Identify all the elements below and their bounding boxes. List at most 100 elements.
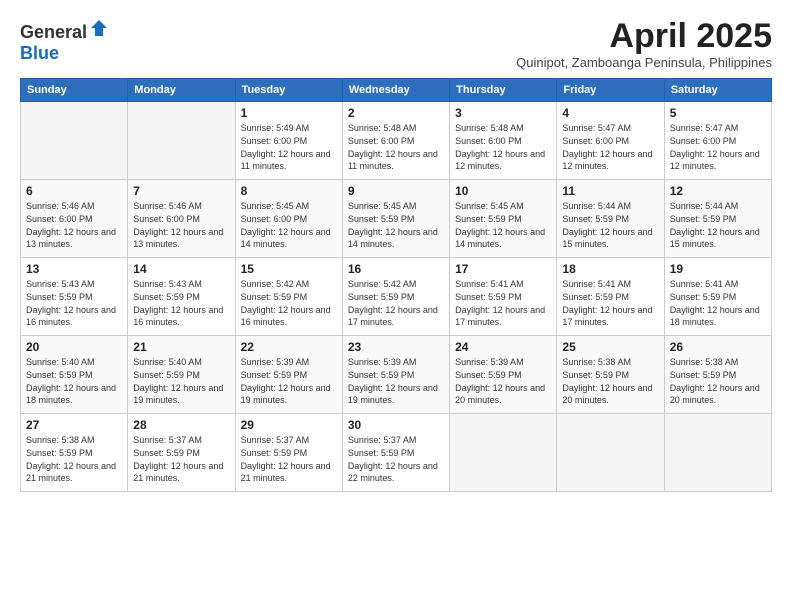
day-info: Sunrise: 5:49 AMSunset: 6:00 PMDaylight:… bbox=[241, 122, 337, 172]
weekday-header-row: SundayMondayTuesdayWednesdayThursdayFrid… bbox=[21, 79, 772, 102]
day-number: 4 bbox=[562, 106, 658, 120]
calendar-cell: 6 Sunrise: 5:46 AMSunset: 6:00 PMDaylight… bbox=[21, 180, 128, 258]
day-info: Sunrise: 5:39 AMSunset: 5:59 PMDaylight:… bbox=[241, 356, 337, 406]
calendar-cell: 9 Sunrise: 5:45 AMSunset: 5:59 PMDaylight… bbox=[342, 180, 449, 258]
calendar-cell: 28 Sunrise: 5:37 AMSunset: 5:59 PMDayligh… bbox=[128, 414, 235, 492]
header: General Blue April 2025 Quinipot, Zamboa… bbox=[20, 18, 772, 70]
day-info: Sunrise: 5:45 AMSunset: 5:59 PMDaylight:… bbox=[348, 200, 444, 250]
day-info: Sunrise: 5:37 AMSunset: 5:59 PMDaylight:… bbox=[133, 434, 229, 484]
day-number: 8 bbox=[241, 184, 337, 198]
weekday-header-monday: Monday bbox=[128, 79, 235, 102]
day-number: 23 bbox=[348, 340, 444, 354]
calendar-cell: 19 Sunrise: 5:41 AMSunset: 5:59 PMDayligh… bbox=[664, 258, 771, 336]
calendar-week-row: 20 Sunrise: 5:40 AMSunset: 5:59 PMDayligh… bbox=[21, 336, 772, 414]
day-info: Sunrise: 5:46 AMSunset: 6:00 PMDaylight:… bbox=[133, 200, 229, 250]
calendar-cell: 8 Sunrise: 5:45 AMSunset: 6:00 PMDaylight… bbox=[235, 180, 342, 258]
day-info: Sunrise: 5:42 AMSunset: 5:59 PMDaylight:… bbox=[348, 278, 444, 328]
weekday-header-thursday: Thursday bbox=[450, 79, 557, 102]
weekday-header-sunday: Sunday bbox=[21, 79, 128, 102]
calendar-cell: 1Sunrise: 5:49 AMSunset: 6:00 PMDaylight… bbox=[235, 102, 342, 180]
month-title: April 2025 bbox=[516, 18, 772, 55]
day-number: 11 bbox=[562, 184, 658, 198]
calendar-cell: 30Sunrise: 5:37 AMSunset: 5:59 PMDayligh… bbox=[342, 414, 449, 492]
calendar-cell: 12 Sunrise: 5:44 AMSunset: 5:59 PMDayligh… bbox=[664, 180, 771, 258]
calendar-cell: 5Sunrise: 5:47 AMSunset: 6:00 PMDaylight… bbox=[664, 102, 771, 180]
calendar-cell: 15 Sunrise: 5:42 AMSunset: 5:59 PMDayligh… bbox=[235, 258, 342, 336]
day-number: 2 bbox=[348, 106, 444, 120]
day-number: 30 bbox=[348, 418, 444, 432]
day-number: 24 bbox=[455, 340, 551, 354]
day-number: 27 bbox=[26, 418, 122, 432]
day-number: 29 bbox=[241, 418, 337, 432]
day-number: 26 bbox=[670, 340, 766, 354]
calendar-cell: 23Sunrise: 5:39 AMSunset: 5:59 PMDayligh… bbox=[342, 336, 449, 414]
day-info: Sunrise: 5:40 AMSunset: 5:59 PMDaylight:… bbox=[133, 356, 229, 406]
day-number: 13 bbox=[26, 262, 122, 276]
day-number: 10 bbox=[455, 184, 551, 198]
day-info: Sunrise: 5:45 AMSunset: 5:59 PMDaylight:… bbox=[455, 200, 551, 250]
day-number: 7 bbox=[133, 184, 229, 198]
calendar-cell: 7 Sunrise: 5:46 AMSunset: 6:00 PMDaylight… bbox=[128, 180, 235, 258]
day-number: 15 bbox=[241, 262, 337, 276]
day-info: Sunrise: 5:42 AMSunset: 5:59 PMDaylight:… bbox=[241, 278, 337, 328]
day-number: 18 bbox=[562, 262, 658, 276]
weekday-header-wednesday: Wednesday bbox=[342, 79, 449, 102]
day-info: Sunrise: 5:37 AMSunset: 5:59 PMDaylight:… bbox=[241, 434, 337, 484]
day-info: Sunrise: 5:46 AMSunset: 6:00 PMDaylight:… bbox=[26, 200, 122, 250]
day-info: Sunrise: 5:47 AMSunset: 6:00 PMDaylight:… bbox=[562, 122, 658, 172]
calendar-cell bbox=[664, 414, 771, 492]
calendar-cell: 24 Sunrise: 5:39 AMSunset: 5:59 PMDayligh… bbox=[450, 336, 557, 414]
logo-blue: Blue bbox=[20, 43, 59, 63]
day-info: Sunrise: 5:38 AMSunset: 5:59 PMDaylight:… bbox=[26, 434, 122, 484]
day-info: Sunrise: 5:39 AMSunset: 5:59 PMDaylight:… bbox=[455, 356, 551, 406]
calendar-cell: 13Sunrise: 5:43 AMSunset: 5:59 PMDayligh… bbox=[21, 258, 128, 336]
day-number: 3 bbox=[455, 106, 551, 120]
day-number: 6 bbox=[26, 184, 122, 198]
calendar-cell: 10 Sunrise: 5:45 AMSunset: 5:59 PMDayligh… bbox=[450, 180, 557, 258]
calendar-cell: 20 Sunrise: 5:40 AMSunset: 5:59 PMDayligh… bbox=[21, 336, 128, 414]
day-info: Sunrise: 5:44 AMSunset: 5:59 PMDaylight:… bbox=[670, 200, 766, 250]
page: General Blue April 2025 Quinipot, Zamboa… bbox=[0, 0, 792, 612]
calendar-cell: 11 Sunrise: 5:44 AMSunset: 5:59 PMDayligh… bbox=[557, 180, 664, 258]
day-number: 28 bbox=[133, 418, 229, 432]
calendar-cell: 2 Sunrise: 5:48 AMSunset: 6:00 PMDaylight… bbox=[342, 102, 449, 180]
day-info: Sunrise: 5:48 AMSunset: 6:00 PMDaylight:… bbox=[455, 122, 551, 172]
calendar-cell bbox=[21, 102, 128, 180]
calendar-week-row: 6 Sunrise: 5:46 AMSunset: 6:00 PMDaylight… bbox=[21, 180, 772, 258]
weekday-header-tuesday: Tuesday bbox=[235, 79, 342, 102]
calendar-cell bbox=[128, 102, 235, 180]
calendar-week-row: 27 Sunrise: 5:38 AMSunset: 5:59 PMDayligh… bbox=[21, 414, 772, 492]
day-number: 12 bbox=[670, 184, 766, 198]
title-block: April 2025 Quinipot, Zamboanga Peninsula… bbox=[516, 18, 772, 70]
logo: General Blue bbox=[20, 18, 109, 64]
calendar-cell bbox=[557, 414, 664, 492]
day-number: 21 bbox=[133, 340, 229, 354]
calendar-cell: 18Sunrise: 5:41 AMSunset: 5:59 PMDayligh… bbox=[557, 258, 664, 336]
calendar-week-row: 13 Sunrise: 5:43 AMSunset: 5:59 PMDayligh… bbox=[21, 258, 772, 336]
calendar-cell: 4 Sunrise: 5:47 AMSunset: 6:00 PMDaylight… bbox=[557, 102, 664, 180]
day-number: 17 bbox=[455, 262, 551, 276]
calendar-cell: 3 Sunrise: 5:48 AMSunset: 6:00 PMDaylight… bbox=[450, 102, 557, 180]
weekday-header-friday: Friday bbox=[557, 79, 664, 102]
calendar-table: SundayMondayTuesdayWednesdayThursdayFrid… bbox=[20, 78, 772, 492]
day-info: Sunrise: 5:44 AMSunset: 5:59 PMDaylight:… bbox=[562, 200, 658, 250]
calendar-cell: 14Sunrise: 5:43 AMSunset: 5:59 PMDayligh… bbox=[128, 258, 235, 336]
day-info: Sunrise: 5:45 AMSunset: 6:00 PMDaylight:… bbox=[241, 200, 337, 250]
calendar-cell: 16 Sunrise: 5:42 AMSunset: 5:59 PMDayligh… bbox=[342, 258, 449, 336]
logo-general: General bbox=[20, 22, 87, 42]
day-info: Sunrise: 5:48 AMSunset: 6:00 PMDaylight:… bbox=[348, 122, 444, 172]
day-info: Sunrise: 5:38 AMSunset: 5:59 PMDaylight:… bbox=[670, 356, 766, 406]
day-number: 22 bbox=[241, 340, 337, 354]
calendar-cell: 22 Sunrise: 5:39 AMSunset: 5:59 PMDayligh… bbox=[235, 336, 342, 414]
day-number: 9 bbox=[348, 184, 444, 198]
day-info: Sunrise: 5:40 AMSunset: 5:59 PMDaylight:… bbox=[26, 356, 122, 406]
day-info: Sunrise: 5:43 AMSunset: 5:59 PMDaylight:… bbox=[133, 278, 229, 328]
logo-icon bbox=[89, 18, 109, 38]
weekday-header-saturday: Saturday bbox=[664, 79, 771, 102]
calendar-cell: 29 Sunrise: 5:37 AMSunset: 5:59 PMDayligh… bbox=[235, 414, 342, 492]
day-number: 16 bbox=[348, 262, 444, 276]
day-number: 19 bbox=[670, 262, 766, 276]
day-info: Sunrise: 5:41 AMSunset: 5:59 PMDaylight:… bbox=[670, 278, 766, 328]
day-info: Sunrise: 5:41 AMSunset: 5:59 PMDaylight:… bbox=[455, 278, 551, 328]
day-number: 20 bbox=[26, 340, 122, 354]
